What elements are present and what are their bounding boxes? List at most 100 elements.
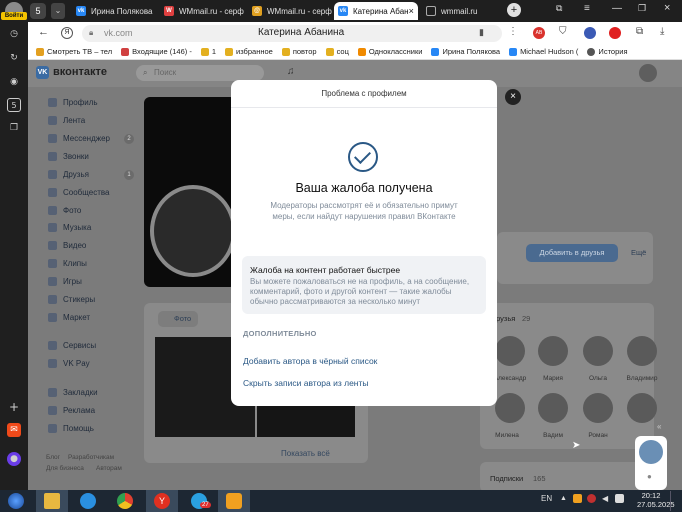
collections-icon[interactable]: ❐	[7, 121, 21, 135]
tab-katerina[interactable]: vk Катерина Абан ×	[334, 2, 418, 20]
taskbar-chrome[interactable]	[109, 490, 141, 512]
bookmark-item[interactable]: Одноклассники	[357, 47, 422, 56]
sidebar-item-groups[interactable]: Сообщества	[48, 188, 109, 197]
friend-name[interactable]: Милена	[487, 432, 527, 439]
sidebar-item-stickers[interactable]: Стикеры	[48, 295, 95, 304]
extension-red-icon[interactable]	[609, 27, 621, 39]
download-icon[interactable]: ⤓	[660, 26, 664, 37]
bell-icon[interactable]: ♫	[287, 66, 295, 77]
friend-name[interactable]: Роман	[578, 432, 618, 439]
taskbar-ie[interactable]	[72, 490, 104, 512]
sidebar-item-games[interactable]: Игры	[48, 277, 82, 286]
bookmark-item[interactable]: Смотреть ТВ – тел	[36, 47, 112, 56]
sidebar-item-profile[interactable]: Профиль	[48, 98, 98, 107]
bookmark-item[interactable]: Ирина Полякова	[431, 47, 500, 56]
browser-menu-icon[interactable]: 5	[30, 3, 46, 19]
start-button[interactable]	[4, 491, 28, 511]
login-button[interactable]: Войти	[1, 12, 27, 20]
extension-adblock-icon[interactable]: AB	[533, 27, 545, 39]
lock-icon[interactable]: 🔒︎	[89, 28, 93, 38]
tab-list-chevron-icon[interactable]: ⌄	[51, 3, 65, 19]
friend-avatar[interactable]	[538, 393, 568, 423]
camera-icon[interactable]: ◉	[7, 75, 21, 89]
friend-avatar[interactable]	[627, 336, 657, 366]
tray-app-icon[interactable]	[573, 494, 582, 503]
yandex-icon[interactable]: Я	[61, 27, 73, 39]
sidebar-item-market[interactable]: Маркет	[48, 313, 90, 322]
service-s-icon[interactable]: 5	[7, 98, 21, 112]
taskbar-telegram[interactable]	[183, 490, 215, 512]
subscriptions-title[interactable]: Подписки	[490, 474, 523, 483]
friend-avatar[interactable]	[583, 393, 613, 423]
tab-wmmail-3[interactable]: wmmail.ru	[422, 2, 508, 20]
shield-icon[interactable]: ⛉	[559, 26, 567, 37]
network-icon[interactable]	[615, 494, 624, 503]
chat-icon[interactable]: ●	[647, 472, 652, 481]
friend-avatar[interactable]	[583, 336, 613, 366]
sidebar-item-ads[interactable]: Реклама	[48, 406, 95, 415]
taskbar-explorer[interactable]	[36, 490, 68, 512]
footer-blog[interactable]: Блог	[46, 454, 60, 461]
taskbar-player[interactable]	[218, 490, 250, 512]
chat-avatar[interactable]	[639, 440, 663, 464]
bookmark-item[interactable]: избранное	[225, 47, 273, 56]
friend-avatar[interactable]	[538, 336, 568, 366]
vk-logo-text[interactable]: вконтакте	[53, 66, 107, 78]
friend-name[interactable]: Вадим	[533, 432, 573, 439]
more-icon[interactable]: ⋮	[508, 26, 518, 37]
sidebar-item-bookmarks[interactable]: Закладки	[48, 388, 98, 397]
puzzle-icon[interactable]: ⧉	[636, 26, 643, 37]
bookmark-item[interactable]: Входящие (146) -	[121, 47, 192, 56]
user-avatar[interactable]	[639, 64, 657, 82]
maximize-icon[interactable]: ❐	[638, 3, 646, 14]
sidebar-item-photos[interactable]: Фото	[48, 206, 81, 215]
footer-dev[interactable]: Разработчикам	[68, 454, 114, 461]
sidebar-item-vkpay[interactable]: VK Pay	[48, 359, 90, 368]
mail-icon[interactable]: ✉	[7, 423, 21, 437]
bookmark-item[interactable]: соц	[325, 47, 349, 56]
more-button[interactable]: Ещё	[631, 248, 646, 257]
alice-icon[interactable]: ●	[7, 452, 21, 466]
sidebar-item-music[interactable]: Музыка	[48, 223, 91, 232]
window-menu-icon[interactable]: ≡	[584, 3, 590, 14]
sidebar-item-services[interactable]: Сервисы	[48, 341, 96, 350]
close-window-icon[interactable]: ×	[664, 2, 670, 14]
bookmark-item[interactable]: Michael Hudson (	[509, 47, 578, 56]
bookmark-icon[interactable]: ▮	[479, 27, 484, 38]
back-icon[interactable]: ←	[38, 26, 49, 38]
collapse-icon[interactable]: «	[657, 422, 661, 431]
taskbar-yandex[interactable]: Y	[146, 490, 178, 512]
close-icon[interactable]: ×	[505, 89, 521, 105]
minimize-icon[interactable]: —	[612, 3, 622, 14]
profile-photo[interactable]	[150, 185, 236, 277]
hide-posts-link[interactable]: Скрыть записи автора из ленты	[243, 378, 369, 388]
clock[interactable]: 20:12 27.05.2025	[637, 491, 675, 509]
sidebar-item-feed[interactable]: Лента	[48, 116, 85, 125]
friend-avatar[interactable]	[495, 336, 525, 366]
friend-name[interactable]: Владимир	[622, 375, 662, 382]
sidebar-item-friends[interactable]: Друзья	[48, 170, 89, 179]
friend-avatar[interactable]	[627, 393, 657, 423]
photo-tab[interactable]: Фото	[158, 311, 198, 327]
friend-name[interactable]: Мария	[533, 375, 573, 382]
bookmark-item[interactable]: 1	[200, 47, 216, 56]
sidebar-item-help[interactable]: Помощь	[48, 424, 94, 433]
footer-authors[interactable]: Авторам	[96, 465, 122, 472]
add-panel-icon[interactable]: +	[7, 400, 21, 414]
bookmark-item[interactable]: История	[587, 47, 628, 56]
tab-irina[interactable]: vk Ирина Полякова	[72, 2, 158, 20]
tray-arrow-icon[interactable]: ▲	[560, 495, 567, 502]
bookmark-item[interactable]: повтор	[281, 47, 317, 56]
friend-avatar[interactable]	[495, 393, 525, 423]
sidebar-item-messenger[interactable]: Мессенджер	[48, 134, 110, 143]
tray-antivirus-icon[interactable]	[587, 494, 596, 503]
sidebar-item-clips[interactable]: Клипы	[48, 259, 87, 268]
show-all-link[interactable]: Показать всё	[281, 449, 330, 458]
history-icon[interactable]: ◷	[7, 27, 21, 41]
footer-business[interactable]: Для бизнеса	[46, 465, 84, 472]
language-indicator[interactable]: EN	[541, 494, 552, 503]
tab-wmmail-1[interactable]: W WMmail.ru - серф	[160, 2, 246, 20]
vk-logo-icon[interactable]: VK	[36, 66, 49, 79]
new-tab-button[interactable]: +	[507, 3, 521, 17]
bookmarks-panel-icon[interactable]: ⧉	[556, 4, 562, 14]
